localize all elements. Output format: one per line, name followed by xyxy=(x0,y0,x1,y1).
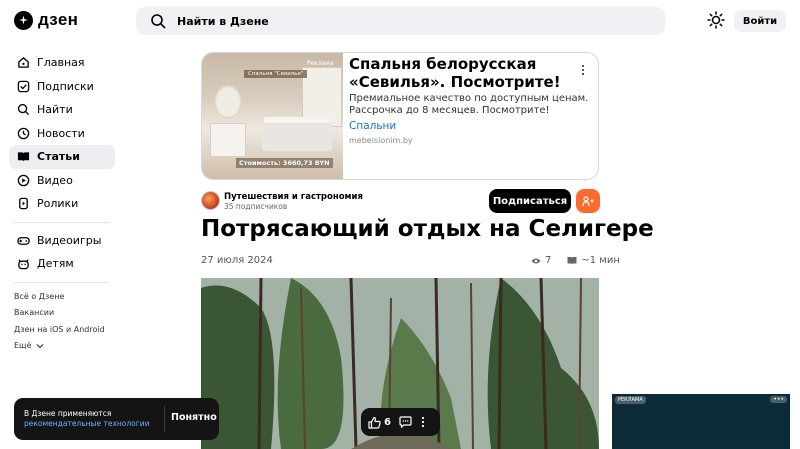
ad-tag: Реклама xyxy=(307,60,334,67)
home-icon xyxy=(18,57,29,69)
search-input[interactable]: Найти в Дзене xyxy=(136,7,665,35)
eye-icon xyxy=(531,258,541,263)
ad-image-mirror xyxy=(214,85,242,119)
search-icon xyxy=(151,14,166,29)
sidebar-item-label: Статьи xyxy=(37,150,80,164)
read-time: ~1 мин xyxy=(581,255,620,266)
subscriptions-icon xyxy=(17,80,30,93)
footer-link-more[interactable]: Ещё xyxy=(14,337,115,353)
channel-avatar[interactable] xyxy=(201,191,220,210)
sidebar-item-label: Видеоигры xyxy=(37,233,102,247)
like-count: 6 xyxy=(384,416,391,428)
login-button[interactable]: Войти xyxy=(734,10,786,32)
sidebar-item-news[interactable]: Новости xyxy=(9,122,115,146)
recommendation-notice: В Дзене применяются рекомендательные тех… xyxy=(14,398,219,440)
sidebar-item-home[interactable]: Главная xyxy=(9,51,115,75)
share-button[interactable] xyxy=(576,189,600,213)
side-ad-more-button[interactable]: ••• xyxy=(770,396,787,403)
sidebar-divider xyxy=(14,281,110,283)
thumbs-up-icon xyxy=(368,416,381,429)
like-button[interactable]: 6 xyxy=(368,416,391,429)
articles-icon xyxy=(17,152,30,162)
side-ad-tag: РЕКЛАМА xyxy=(615,396,646,404)
sidebar-item-videogames[interactable]: Видеоигры xyxy=(9,229,115,253)
sidebar-item-articles[interactable]: Статьи xyxy=(9,145,115,169)
ad-card[interactable]: Спальня "Севилья" Стоимость: 3660,73 BYN… xyxy=(201,52,599,180)
sidebar-item-shorts[interactable]: Ролики xyxy=(9,192,115,216)
kids-icon xyxy=(18,259,29,270)
channel-subscribers: 35 подписчиков xyxy=(224,202,288,211)
ad-domain: mebelslonim.by xyxy=(349,136,413,145)
news-icon xyxy=(17,127,30,140)
article-title: Потрясающий отдых на Селигере xyxy=(201,216,654,242)
notice-divider xyxy=(164,406,165,432)
sidebar-item-label: Найти xyxy=(37,103,73,117)
ad-image-wardrobe xyxy=(302,67,342,127)
gamepad-icon xyxy=(17,236,30,245)
read-time-icon xyxy=(567,257,577,265)
ad-image[interactable]: Спальня "Севилья" Стоимость: 3660,73 BYN… xyxy=(202,53,343,179)
sidebar-item-subscriptions[interactable]: Подписки xyxy=(9,75,115,99)
more-vertical-icon[interactable] xyxy=(578,63,588,77)
comment-icon[interactable] xyxy=(399,416,412,428)
logo-text: дзен xyxy=(38,10,79,29)
dzen-logo-icon xyxy=(14,10,33,30)
sidebar-divider xyxy=(14,221,110,223)
subscribe-button[interactable]: Подписаться xyxy=(489,189,571,213)
reactions-bar: 6 xyxy=(361,408,440,436)
video-icon xyxy=(17,174,30,187)
article-stats: 7 ~1 мин xyxy=(531,255,620,266)
sidebar-item-video[interactable]: Видео xyxy=(9,169,115,193)
side-ad[interactable]: РЕКЛАМА ••• xyxy=(612,394,790,449)
ad-description: Премиальное качество по доступным ценам.… xyxy=(349,93,589,116)
ad-link[interactable]: Спальни xyxy=(349,120,396,132)
sidebar-item-label: Детям xyxy=(37,257,74,271)
sidebar-footer: Всё о Дзене Вакансии Дзен на iOS и Andro… xyxy=(9,289,115,354)
views-count: 7 xyxy=(545,255,552,266)
sun-icon[interactable] xyxy=(707,11,725,29)
footer-link-about[interactable]: Всё о Дзене xyxy=(14,289,115,305)
ad-image-bed xyxy=(262,123,332,151)
chevron-down-icon xyxy=(36,343,43,348)
ad-title[interactable]: Спальня белорусская «Севилья». Посмотрит… xyxy=(349,55,574,91)
ad-image-dresser xyxy=(210,123,246,157)
dzen-logo[interactable]: дзен xyxy=(14,10,78,30)
sidebar-item-kids[interactable]: Детям xyxy=(9,252,115,276)
notice-text: В Дзене применяются рекомендательные тех… xyxy=(24,409,164,429)
sidebar: Главная Подписки Найти Новости Статьи Ви… xyxy=(9,51,115,354)
more-vertical-icon[interactable] xyxy=(421,416,425,428)
footer-link-apps[interactable]: Дзен на iOS и Android xyxy=(14,321,115,337)
footer-link-jobs[interactable]: Вакансии xyxy=(14,305,115,321)
sidebar-item-label: Видео xyxy=(37,173,73,187)
search-icon xyxy=(17,104,30,116)
sidebar-item-label: Подписки xyxy=(37,79,94,93)
notice-message: В Дзене применяются xyxy=(24,409,112,418)
sidebar-item-label: Главная xyxy=(37,56,85,70)
header: дзен Найти в Дзене Войти xyxy=(0,0,800,42)
shorts-icon xyxy=(19,197,28,210)
notice-ok-button[interactable]: Понятно xyxy=(171,412,217,423)
sidebar-item-label: Ролики xyxy=(37,197,79,211)
sidebar-item-search[interactable]: Найти xyxy=(9,98,115,122)
article-date: 27 июля 2024 xyxy=(201,255,273,266)
ad-image-price: Стоимость: 3660,73 BYN xyxy=(236,158,333,168)
sidebar-item-label: Новости xyxy=(37,126,85,140)
notice-link[interactable]: рекомендательные технологии xyxy=(24,419,149,428)
share-icon xyxy=(582,196,594,207)
channel-name[interactable]: Путешествия и гастрономия xyxy=(224,192,363,202)
search-placeholder: Найти в Дзене xyxy=(177,14,269,28)
ad-image-plate: Спальня "Севилья" xyxy=(244,70,308,78)
